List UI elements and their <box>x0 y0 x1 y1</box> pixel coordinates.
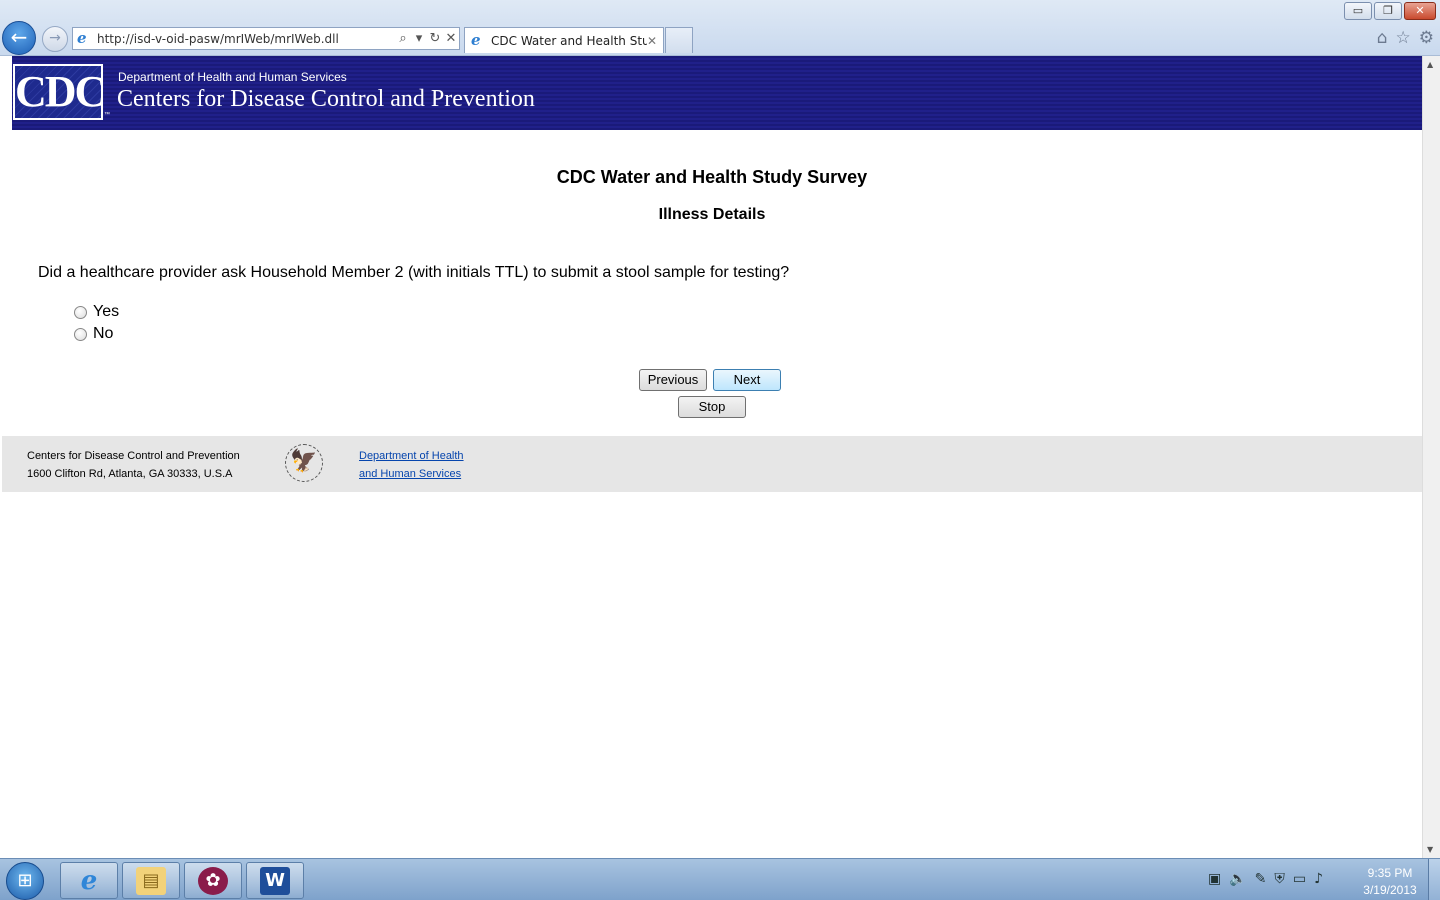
taskbar-explorer-button[interactable]: ▤ <box>122 862 180 899</box>
arrow-right-icon: → <box>49 30 61 46</box>
window-controls: ▭ ❐ ✕ <box>1344 2 1436 20</box>
forward-button[interactable]: → <box>42 26 68 52</box>
network-icon[interactable]: ▣ <box>1208 871 1221 887</box>
scroll-up-icon[interactable]: ▲ <box>1427 60 1433 69</box>
page-viewport: CDC ™ Department of Health and Human Ser… <box>2 56 1422 858</box>
scroll-down-icon[interactable]: ▼ <box>1427 845 1433 854</box>
cdc-banner: CDC ™ Department of Health and Human Ser… <box>12 56 1422 130</box>
footer-address: 1600 Clifton Rd, Atlanta, GA 30333, U.S.… <box>27 468 233 480</box>
browser-chrome: ▭ ❐ ✕ ← → e http://isd-v-oid-pasw/mrIWeb… <box>0 0 1440 56</box>
speaker-icon[interactable]: 🔈 <box>1229 871 1246 887</box>
security-shield-icon[interactable]: ⛨ <box>1274 871 1285 887</box>
radio-no[interactable] <box>74 327 87 341</box>
taskbar-ie-button[interactable]: e <box>60 862 118 899</box>
previous-button[interactable]: Previous <box>639 369 707 391</box>
system-tray: ▣ 🔈 ✎ ⛨ ▭ ♪ <box>1208 871 1323 887</box>
monitor-icon[interactable]: ▭ <box>1293 871 1306 887</box>
stop-button[interactable]: Stop <box>678 396 746 418</box>
minimize-button[interactable]: ▭ <box>1344 2 1372 20</box>
url-text[interactable]: http://isd-v-oid-pasw/mrIWeb/mrIWeb.dll <box>97 32 395 46</box>
refresh-icon[interactable]: ↻ <box>427 31 443 46</box>
word-icon: W <box>260 866 290 895</box>
tools-icon[interactable]: ✎ <box>1255 871 1267 887</box>
ie-tab-icon: e <box>471 31 481 49</box>
trademark-mark: ™ <box>104 112 110 118</box>
footer-org-name: Centers for Disease Control and Preventi… <box>27 450 240 462</box>
option-no[interactable]: No <box>74 325 113 343</box>
ie-page-icon: e <box>77 29 87 47</box>
close-window-button[interactable]: ✕ <box>1404 2 1436 20</box>
hhs-eagle-icon: 🦅 <box>285 444 323 482</box>
taskbar-app-button[interactable]: ✿ <box>184 862 242 899</box>
clock-date[interactable]: 3/19/2013 <box>1358 883 1422 897</box>
restore-button[interactable]: ❐ <box>1374 2 1402 20</box>
page-footer: Centers for Disease Control and Preventi… <box>2 436 1422 492</box>
home-icon[interactable]: ⌂ <box>1377 28 1388 48</box>
browser-toolbar-icons: ⌂ ☆ ⚙ <box>1377 28 1434 48</box>
tab-cdc-survey[interactable]: e CDC Water and Health Study ✕ <box>464 27 664 53</box>
hhs-link-line1[interactable]: Department of Health <box>359 450 464 462</box>
agency-name: Centers for Disease Control and Preventi… <box>117 86 535 112</box>
dropdown-arrow-icon[interactable]: ▾ <box>411 31 427 46</box>
question-text: Did a healthcare provider ask Household … <box>38 264 790 281</box>
option-label-no[interactable]: No <box>93 325 113 343</box>
section-title: Illness Details <box>658 206 766 223</box>
arrow-left-icon: ← <box>10 25 28 49</box>
option-label-yes[interactable]: Yes <box>93 303 119 321</box>
tab-label: CDC Water and Health Study <box>491 33 647 48</box>
show-desktop-button[interactable] <box>1428 859 1440 900</box>
volume-icon[interactable]: ♪ <box>1314 871 1323 887</box>
cdc-logo: CDC <box>13 64 106 120</box>
internet-explorer-icon: e <box>80 865 98 896</box>
folder-icon: ▤ <box>136 866 166 895</box>
windows-taskbar: ⊞ e ▤ ✿ W ▣ 🔈 ✎ ⛨ ▭ ♪ 9:35 PM 3/19/2013 <box>0 858 1440 900</box>
tab-close-icon[interactable]: ✕ <box>647 34 657 48</box>
vertical-scrollbar[interactable]: ▲ ▼ <box>1422 56 1440 858</box>
new-tab-button[interactable] <box>665 27 693 53</box>
favorites-star-icon[interactable]: ☆ <box>1396 28 1411 48</box>
option-yes[interactable]: Yes <box>74 303 119 321</box>
clock-time[interactable]: 9:35 PM <box>1358 866 1422 880</box>
app-icon: ✿ <box>198 866 228 895</box>
survey-title: CDC Water and Health Study Survey <box>556 167 868 187</box>
next-button[interactable]: Next <box>713 369 781 391</box>
hhs-link-line2[interactable]: and Human Services <box>359 468 461 480</box>
windows-logo-icon: ⊞ <box>17 870 33 891</box>
gear-icon[interactable]: ⚙ <box>1419 28 1434 48</box>
start-button[interactable]: ⊞ <box>6 862 44 900</box>
search-icon[interactable]: ⌕ <box>395 31 411 46</box>
taskbar-word-button[interactable]: W <box>246 862 304 899</box>
back-button[interactable]: ← <box>2 21 36 55</box>
department-name: Department of Health and Human Services <box>118 70 347 84</box>
radio-yes[interactable] <box>74 305 87 319</box>
address-bar[interactable]: e http://isd-v-oid-pasw/mrIWeb/mrIWeb.dl… <box>72 27 460 50</box>
stop-icon[interactable]: ✕ <box>443 31 459 46</box>
